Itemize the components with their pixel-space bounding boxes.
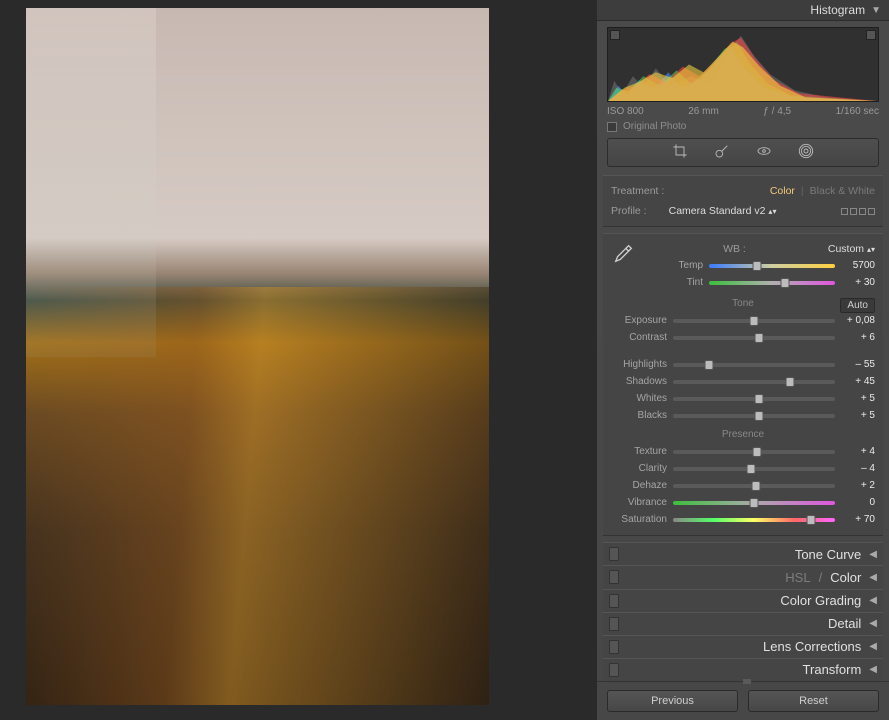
reset-button[interactable]: Reset [748, 690, 879, 712]
shadows-label: Shadows [611, 376, 667, 387]
photo-preview[interactable] [26, 8, 489, 705]
blacks-slider[interactable] [673, 414, 835, 418]
temp-value[interactable]: 5700 [841, 260, 875, 271]
vibrance-value[interactable]: 0 [841, 497, 875, 508]
develop-panel: Histogram ▼ ISO 800 26 mm ƒ / 4,5 1/160 … [596, 0, 889, 720]
chevron-left-icon: ◀ [869, 664, 877, 675]
panel-transform[interactable]: Transform ◀ [603, 658, 883, 681]
panel-toggle-icon[interactable] [609, 570, 619, 584]
contrast-value[interactable]: + 6 [841, 332, 875, 343]
chevron-left-icon: ◀ [869, 549, 877, 560]
highlights-slider[interactable] [673, 363, 835, 367]
original-photo-label: Original Photo [623, 121, 686, 132]
wb-label: WB : [723, 243, 746, 255]
tint-value[interactable]: + 30 [841, 277, 875, 288]
healing-brush-icon[interactable] [714, 143, 730, 162]
clarity-label: Clarity [611, 463, 667, 474]
panel-tone-curve[interactable]: Tone Curve ◀ [603, 542, 883, 565]
saturation-slider[interactable] [673, 518, 835, 522]
panel-toggle-icon[interactable] [609, 663, 619, 677]
dehaze-label: Dehaze [611, 480, 667, 491]
treatment-bw[interactable]: Black & White [810, 185, 875, 197]
dehaze-value[interactable]: + 2 [841, 480, 875, 491]
profile-dropdown[interactable]: Camera Standard v2 ▴▾ [669, 205, 777, 217]
blacks-label: Blacks [611, 410, 667, 421]
presence-group-title: Presence [722, 429, 764, 440]
wb-mode-dropdown[interactable]: Custom ▴▾ [828, 243, 875, 255]
clarity-value[interactable]: – 4 [841, 463, 875, 474]
saturation-label: Saturation [611, 514, 667, 525]
shadows-value[interactable]: + 45 [841, 376, 875, 387]
contrast-label: Contrast [611, 332, 667, 343]
texture-value[interactable]: + 4 [841, 446, 875, 457]
panel-toggle-icon[interactable] [609, 594, 619, 608]
aperture-value: ƒ / 4,5 [763, 106, 791, 117]
blacks-value[interactable]: + 5 [841, 410, 875, 421]
basic-block: WB : Custom ▴▾ Temp 5700 Tint + 30 Tone … [603, 233, 883, 536]
profile-label: Profile : [611, 205, 647, 217]
tone-group-title: Tone [732, 298, 754, 309]
panel-toggle-icon[interactable] [609, 547, 619, 561]
clarity-slider[interactable] [673, 467, 835, 471]
panel-color-grading[interactable]: Color Grading ◀ [603, 589, 883, 612]
tool-strip [607, 138, 879, 167]
exposure-value[interactable]: + 0,08 [841, 315, 875, 326]
tint-slider[interactable] [709, 281, 835, 285]
profile-browser-icon[interactable] [841, 208, 875, 215]
whites-value[interactable]: + 5 [841, 393, 875, 404]
vibrance-slider[interactable] [673, 501, 835, 505]
chevron-left-icon: ◀ [869, 572, 877, 583]
vibrance-label: Vibrance [611, 497, 667, 508]
histogram-title: Histogram [810, 3, 865, 17]
histogram-header[interactable]: Histogram ▼ [597, 0, 889, 21]
highlights-label: Highlights [611, 359, 667, 370]
original-photo-checkbox[interactable] [607, 122, 617, 132]
histogram-metadata: ISO 800 26 mm ƒ / 4,5 1/160 sec [607, 106, 879, 117]
panel-lens-corrections[interactable]: Lens Corrections ◀ [603, 635, 883, 658]
shadows-slider[interactable] [673, 380, 835, 384]
exposure-label: Exposure [611, 315, 667, 326]
chevron-left-icon: ◀ [869, 618, 877, 629]
chevron-left-icon: ◀ [869, 595, 877, 606]
iso-value: ISO 800 [607, 106, 644, 117]
treatment-color[interactable]: Color [770, 185, 795, 197]
focal-length-value: 26 mm [688, 106, 719, 117]
crop-tool-icon[interactable] [672, 143, 688, 162]
redeye-tool-icon[interactable] [756, 143, 772, 162]
previous-button[interactable]: Previous [607, 690, 738, 712]
treatment-label: Treatment : [611, 185, 664, 197]
tint-slider-label: Tint [647, 277, 703, 288]
auto-tone-button[interactable]: Auto [840, 298, 875, 313]
panel-detail[interactable]: Detail ◀ [603, 612, 883, 635]
histogram[interactable] [607, 27, 879, 102]
temp-slider[interactable] [709, 264, 835, 268]
panel-toggle-icon[interactable] [609, 617, 619, 631]
wb-eyedropper-icon[interactable] [611, 240, 637, 266]
dehaze-slider[interactable] [673, 484, 835, 488]
image-preview-area [0, 0, 596, 720]
chevron-left-icon: ◀ [869, 641, 877, 652]
exposure-slider[interactable] [673, 319, 835, 323]
highlights-value[interactable]: – 55 [841, 359, 875, 370]
whites-label: Whites [611, 393, 667, 404]
chevron-down-icon: ▼ [871, 5, 881, 16]
panel-hsl-color[interactable]: HSL / Color ◀ [603, 565, 883, 588]
contrast-slider[interactable] [673, 336, 835, 340]
whites-slider[interactable] [673, 397, 835, 401]
panel-toggle-icon[interactable] [609, 640, 619, 654]
radial-filter-icon[interactable] [798, 143, 814, 162]
temp-slider-label: Temp [647, 260, 703, 271]
saturation-value[interactable]: + 70 [841, 514, 875, 525]
treatment-block: Treatment : Color | Black & White Profil… [603, 175, 883, 227]
texture-label: Texture [611, 446, 667, 457]
texture-slider[interactable] [673, 450, 835, 454]
shutter-value: 1/160 sec [836, 106, 879, 117]
